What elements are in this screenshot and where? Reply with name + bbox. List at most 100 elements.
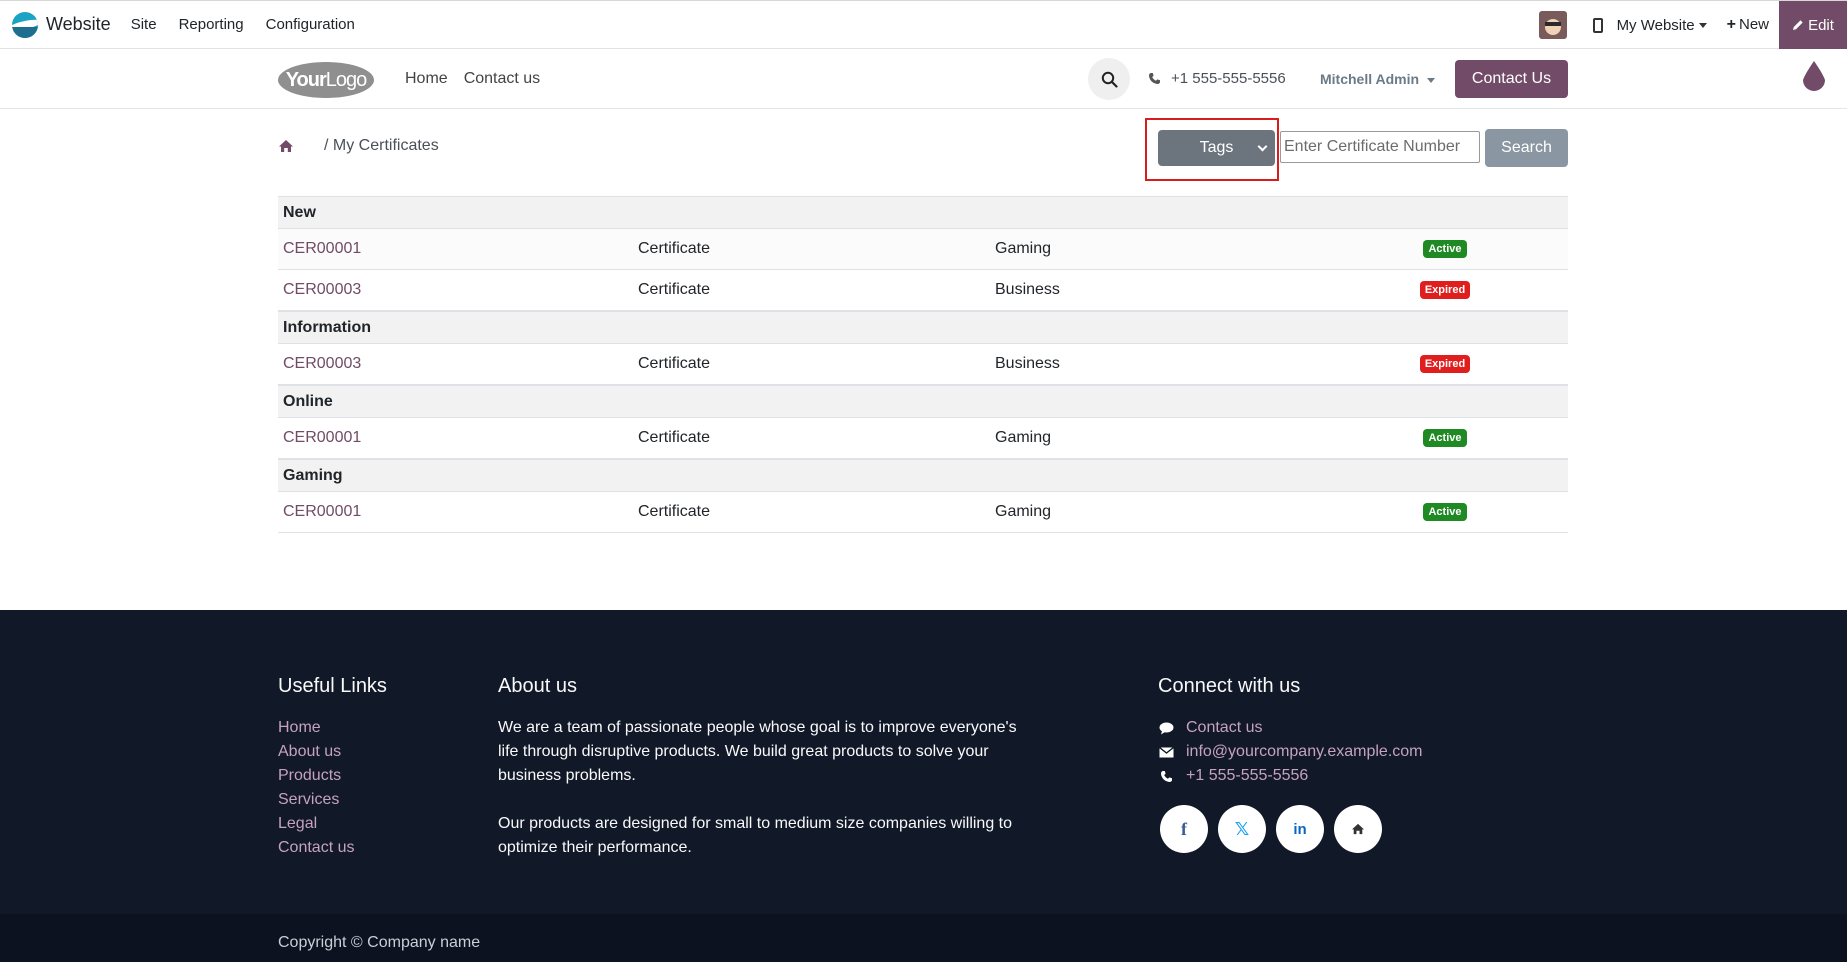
- certificate-tag: Gaming: [995, 503, 1052, 520]
- footer-link-services[interactable]: Services: [278, 788, 354, 812]
- user-menu[interactable]: Mitchell Admin: [1320, 71, 1436, 87]
- edit-button[interactable]: Edit: [1779, 1, 1847, 49]
- certificate-number-link[interactable]: CER00001: [278, 240, 638, 258]
- certificate-number-link[interactable]: CER00003: [278, 281, 638, 299]
- search-icon: [1101, 71, 1118, 88]
- table-row: CER00001 Certificate Gaming Active: [278, 418, 1568, 459]
- certificate-tag: Business: [995, 281, 1060, 298]
- new-button[interactable]: + New: [1727, 16, 1769, 34]
- site-logo[interactable]: Your Logo: [278, 62, 374, 98]
- about-paragraph-2: Our products are designed for small to m…: [498, 815, 1013, 856]
- certificate-number-link[interactable]: CER00003: [278, 355, 638, 373]
- search-submit-button[interactable]: Search: [1485, 129, 1568, 167]
- group-header: Online: [278, 385, 1568, 418]
- menu-configuration[interactable]: Configuration: [266, 16, 355, 33]
- footer-about-title: About us: [498, 675, 577, 697]
- home-icon[interactable]: [278, 139, 294, 153]
- theme-drop-icon[interactable]: [1801, 60, 1827, 94]
- logo-text-bold: Your: [285, 68, 327, 91]
- footer-links: Home About us Products Services Legal Co…: [278, 716, 354, 860]
- certificate-number-input[interactable]: [1280, 131, 1480, 163]
- footer-about-text: We are a team of passionate people whose…: [498, 716, 1038, 884]
- website-selector[interactable]: My Website: [1617, 17, 1707, 34]
- footer-link-contact[interactable]: Contact us: [278, 836, 354, 860]
- admin-bar: Website Site Reporting Configuration My …: [0, 0, 1847, 49]
- mobile-preview-icon[interactable]: [1592, 17, 1603, 33]
- user-name: Mitchell Admin: [1320, 71, 1420, 87]
- search-button[interactable]: [1088, 58, 1130, 100]
- edit-button-label: Edit: [1808, 16, 1834, 34]
- certificate-tag: Gaming: [995, 429, 1052, 446]
- table-row: CER00003 Certificate Business Expired: [278, 344, 1568, 385]
- tags-select-label: Tags: [1199, 139, 1234, 156]
- group-header: New: [278, 196, 1568, 229]
- envelope-icon: [1158, 746, 1174, 757]
- new-button-label: New: [1738, 16, 1769, 33]
- connect-phone[interactable]: +1 555-555-5556: [1158, 764, 1423, 788]
- certificate-type: Certificate: [638, 240, 711, 257]
- chevron-down-icon: [1427, 77, 1436, 83]
- group-header: Gaming: [278, 459, 1568, 492]
- footer-link-legal[interactable]: Legal: [278, 812, 354, 836]
- certificate-type: Certificate: [638, 429, 711, 446]
- admin-right: My Website + New Edit: [1538, 1, 1847, 49]
- header-phone[interactable]: +1 555-555-5556: [1148, 70, 1286, 87]
- footer-link-home[interactable]: Home: [278, 716, 354, 740]
- menu-site[interactable]: Site: [131, 16, 157, 33]
- certificate-type: Certificate: [638, 281, 711, 298]
- tags-select[interactable]: Tags: [1158, 130, 1275, 166]
- connect-email[interactable]: info@yourcompany.example.com: [1158, 740, 1423, 764]
- copyright-bar: Copyright © Company name: [0, 914, 1847, 962]
- facebook-icon[interactable]: f: [1160, 805, 1208, 853]
- website-selector-label: My Website: [1616, 16, 1695, 34]
- certificate-number-link[interactable]: CER00001: [278, 503, 638, 521]
- nav-contact-us[interactable]: Contact us: [464, 70, 540, 88]
- footer-connect: Contact us info@yourcompany.example.com …: [1158, 716, 1423, 788]
- connect-phone-label: +1 555-555-5556: [1186, 767, 1309, 784]
- connect-contact[interactable]: Contact us: [1158, 716, 1423, 740]
- status-badge: Expired: [1419, 281, 1471, 299]
- about-paragraph-1: We are a team of passionate people whose…: [498, 719, 1017, 784]
- home-icon[interactable]: [1334, 805, 1382, 853]
- breadcrumb: / My Certificates: [278, 137, 439, 155]
- certificate-type: Certificate: [638, 355, 711, 372]
- menu-reporting[interactable]: Reporting: [179, 16, 244, 33]
- certificate-number-link[interactable]: CER00001: [278, 429, 638, 447]
- app-name: Website: [46, 14, 111, 34]
- plus-icon: +: [1726, 16, 1736, 33]
- phone-icon: [1148, 73, 1160, 85]
- social-links: f 𝕏 in: [1160, 805, 1392, 853]
- table-row: CER00003 Certificate Business Expired: [278, 270, 1568, 311]
- status-badge: Active: [1423, 429, 1467, 447]
- connect-email-label: info@yourcompany.example.com: [1186, 743, 1423, 760]
- connect-contact-label: Contact us: [1186, 719, 1263, 736]
- copyright-text: Copyright © Company name: [278, 934, 481, 951]
- table-row: CER00001 Certificate Gaming Active: [278, 492, 1568, 533]
- comment-icon: [1159, 722, 1173, 734]
- certificate-tag: Business: [995, 355, 1060, 372]
- footer-link-about[interactable]: About us: [278, 740, 354, 764]
- site-nav: Home Contact us: [405, 70, 556, 88]
- app-switcher[interactable]: Website: [12, 1, 111, 48]
- pencil-icon: [1793, 20, 1803, 30]
- footer-link-products[interactable]: Products: [278, 764, 354, 788]
- status-badge: Active: [1423, 503, 1467, 521]
- site-header: Your Logo Home Contact us +1 555-555-5556…: [0, 49, 1847, 109]
- linkedin-icon[interactable]: in: [1276, 805, 1324, 853]
- footer: Useful Links Home About us Products Serv…: [0, 610, 1847, 914]
- certificate-tag: Gaming: [995, 240, 1052, 257]
- nav-home[interactable]: Home: [405, 70, 448, 88]
- status-badge: Expired: [1419, 355, 1471, 373]
- certificate-type: Certificate: [638, 503, 711, 520]
- contact-us-button[interactable]: Contact Us: [1455, 60, 1568, 98]
- top-menu: Site Reporting Configuration: [131, 16, 377, 33]
- logo-text-thin: Logo: [325, 68, 367, 91]
- avatar[interactable]: [1538, 11, 1567, 39]
- header-phone-number: +1 555-555-5556: [1171, 70, 1286, 87]
- x-icon[interactable]: 𝕏: [1218, 805, 1266, 853]
- website-app-icon: [12, 11, 38, 38]
- chevron-down-icon: [1257, 141, 1268, 152]
- status-badge: Active: [1423, 240, 1467, 258]
- group-header: Information: [278, 311, 1568, 344]
- footer-links-title: Useful Links: [278, 675, 387, 697]
